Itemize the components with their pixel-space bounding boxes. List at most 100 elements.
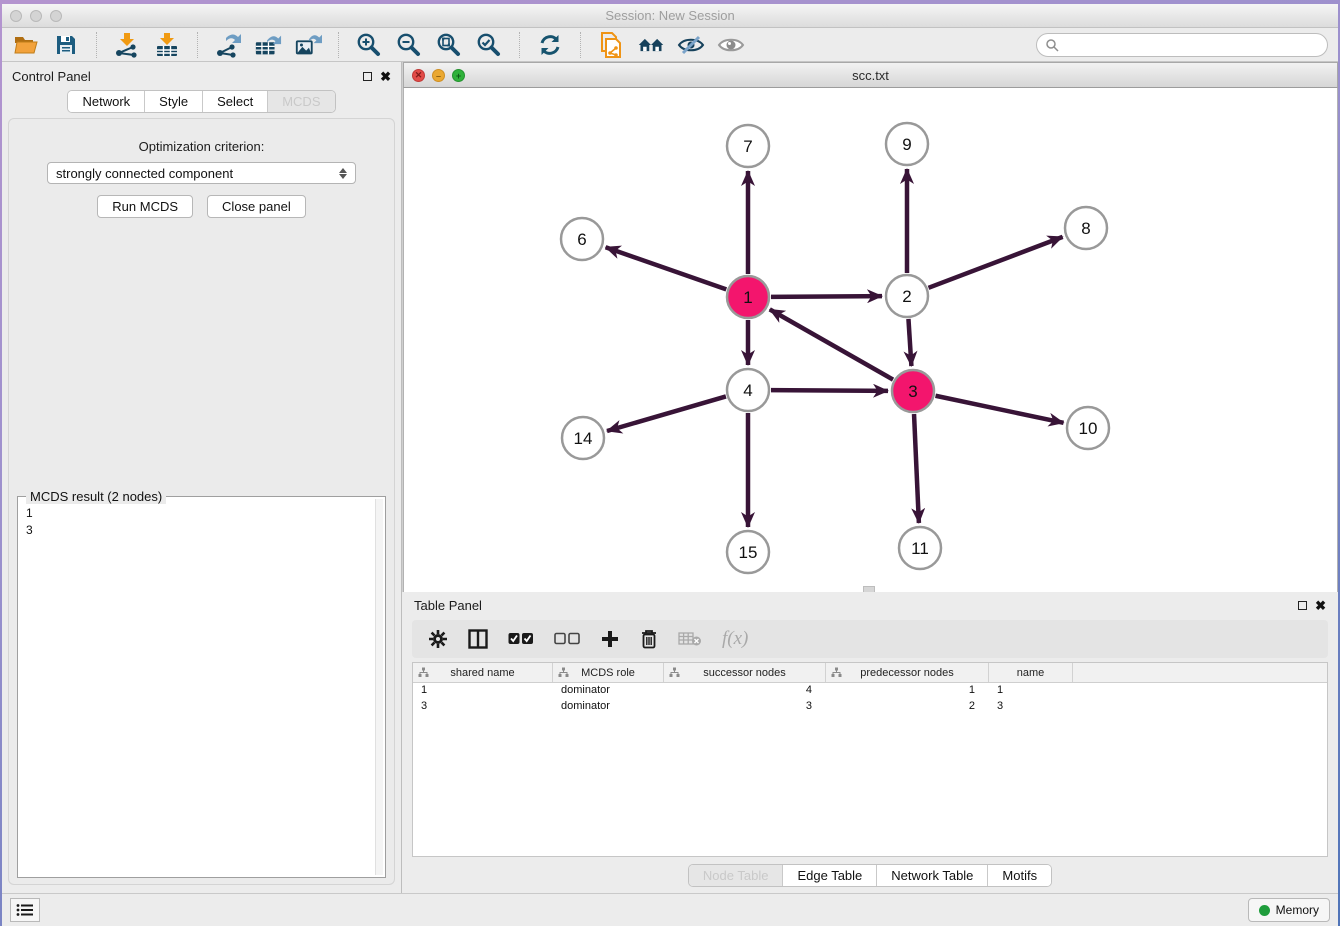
graph-node-label-1: 1 — [743, 288, 752, 307]
export-table-icon[interactable] — [254, 32, 282, 58]
mcds-result-item[interactable]: 1 — [26, 505, 375, 522]
close-panel-icon[interactable]: ✖ — [380, 70, 391, 83]
deselect-all-checkboxes-icon[interactable] — [554, 626, 580, 652]
clone-network-icon[interactable] — [597, 32, 625, 58]
cell-successor_nodes[interactable]: 4 — [664, 683, 826, 699]
import-table-icon[interactable] — [153, 32, 181, 58]
graph-edge-4-3[interactable] — [771, 390, 888, 391]
close-panel-button[interactable]: Close panel — [207, 195, 306, 218]
delete-column-icon[interactable] — [640, 626, 658, 652]
toolbar-separator — [580, 32, 581, 58]
table-tab-motifs[interactable]: Motifs — [987, 865, 1051, 886]
graph-edge-4-14[interactable] — [607, 396, 726, 431]
hide-panel-eye-icon[interactable] — [677, 32, 705, 58]
minimize-window-icon[interactable] — [30, 10, 42, 22]
function-builder-icon[interactable]: f(x) — [722, 626, 748, 652]
cell-predecessor_nodes[interactable]: 2 — [826, 699, 989, 715]
close-table-panel-icon[interactable]: ✖ — [1315, 599, 1326, 612]
column-header-predecessor-nodes[interactable]: predecessor nodes — [826, 663, 989, 682]
cell-successor_nodes[interactable]: 3 — [664, 699, 826, 715]
add-column-icon[interactable] — [600, 626, 620, 652]
search-input[interactable] — [1059, 38, 1319, 52]
float-table-panel-icon[interactable] — [1298, 601, 1307, 610]
delete-table-icon[interactable] — [678, 626, 702, 652]
column-header-mcds-role[interactable]: MCDS role — [553, 663, 664, 682]
select-all-checkboxes-icon[interactable] — [508, 626, 534, 652]
open-folder-icon[interactable] — [12, 32, 40, 58]
table-toolbar: f(x) — [412, 620, 1328, 658]
zoom-out-icon[interactable] — [395, 32, 423, 58]
float-panel-icon[interactable] — [363, 72, 372, 81]
dropdown-stepper-icon — [339, 168, 347, 179]
split-columns-icon[interactable] — [468, 626, 488, 652]
graph-edge-3-1[interactable] — [770, 309, 893, 379]
zoom-fit-icon[interactable] — [435, 32, 463, 58]
cell-shared_name[interactable]: 1 — [413, 683, 553, 699]
graph-node-label-9: 9 — [902, 135, 911, 154]
memory-button[interactable]: Memory — [1248, 898, 1330, 922]
table-panel: Table Panel ✖ — [402, 592, 1338, 893]
save-icon[interactable] — [52, 32, 80, 58]
graph-edge-3-10[interactable] — [936, 396, 1064, 423]
network-maximize-icon[interactable]: + — [452, 69, 465, 82]
import-network-icon[interactable] — [113, 32, 141, 58]
refresh-icon[interactable] — [536, 32, 564, 58]
graph-node-label-14: 14 — [574, 429, 593, 448]
maximize-window-icon[interactable] — [50, 10, 62, 22]
graph-edge-3-11[interactable] — [914, 414, 919, 523]
zoom-selected-icon[interactable] — [475, 32, 503, 58]
column-header-name[interactable]: name — [989, 663, 1073, 682]
network-close-icon[interactable]: ✕ — [412, 69, 425, 82]
graph-node-label-4: 4 — [743, 381, 752, 400]
graph-edge-2-8[interactable] — [929, 237, 1063, 288]
table-row[interactable]: 1dominator411 — [413, 683, 1327, 699]
cell-name[interactable]: 1 — [989, 683, 1073, 699]
cell-mcds_role[interactable]: dominator — [553, 699, 664, 715]
split-handle-icon[interactable] — [403, 484, 406, 506]
tab-style[interactable]: Style — [144, 91, 202, 112]
network-window: ✕ – + scc.txt 7968124314101511 — [402, 62, 1338, 592]
graph-edge-1-6[interactable] — [606, 247, 727, 289]
mcds-result-item[interactable]: 3 — [26, 522, 375, 539]
mcds-result-list[interactable]: 13 — [26, 505, 375, 875]
main-titlebar: Session: New Session — [2, 4, 1338, 28]
column-header-filler — [1073, 663, 1327, 682]
export-image-icon[interactable] — [294, 32, 322, 58]
status-bar: Memory — [2, 893, 1338, 926]
tab-network[interactable]: Network — [68, 91, 144, 112]
graph-edge-2-3[interactable] — [908, 319, 911, 366]
table-row[interactable]: 3dominator323 — [413, 699, 1327, 715]
network-canvas[interactable]: 7968124314101511 — [403, 88, 1338, 592]
cell-shared_name[interactable]: 3 — [413, 699, 553, 715]
gear-icon[interactable] — [428, 626, 448, 652]
graph-node-label-10: 10 — [1079, 419, 1098, 438]
mcds-panel: Optimization criterion: strongly connect… — [8, 118, 395, 885]
export-network-icon[interactable] — [214, 32, 242, 58]
search-area — [1036, 33, 1328, 57]
graph-node-label-11: 11 — [911, 539, 929, 558]
task-history-button[interactable] — [10, 898, 40, 922]
search-box[interactable] — [1036, 33, 1328, 57]
network-window-titlebar[interactable]: ✕ – + scc.txt — [403, 62, 1338, 88]
column-header-successor-nodes[interactable]: successor nodes — [664, 663, 826, 682]
table-tab-node-table[interactable]: Node Table — [689, 865, 783, 886]
result-scrollbar[interactable] — [375, 499, 383, 875]
run-mcds-button[interactable]: Run MCDS — [97, 195, 193, 218]
table-header-row: shared nameMCDS rolesuccessor nodesprede… — [413, 663, 1327, 683]
close-window-icon[interactable] — [10, 10, 22, 22]
column-header-shared-name[interactable]: shared name — [413, 663, 553, 682]
network-minimize-icon[interactable]: – — [432, 69, 445, 82]
cell-predecessor_nodes[interactable]: 1 — [826, 683, 989, 699]
toolbar-separator — [519, 32, 520, 58]
home-views-icon[interactable] — [637, 32, 665, 58]
graph-edge-1-2[interactable] — [771, 296, 882, 297]
criterion-dropdown[interactable]: strongly connected component — [47, 162, 356, 184]
cell-name[interactable]: 3 — [989, 699, 1073, 715]
tab-select[interactable]: Select — [202, 91, 267, 112]
table-tab-network-table[interactable]: Network Table — [876, 865, 987, 886]
zoom-in-icon[interactable] — [355, 32, 383, 58]
table-tab-edge-table[interactable]: Edge Table — [782, 865, 876, 886]
show-eye-icon[interactable] — [717, 32, 745, 58]
tab-mcds[interactable]: MCDS — [267, 91, 334, 112]
cell-mcds_role[interactable]: dominator — [553, 683, 664, 699]
